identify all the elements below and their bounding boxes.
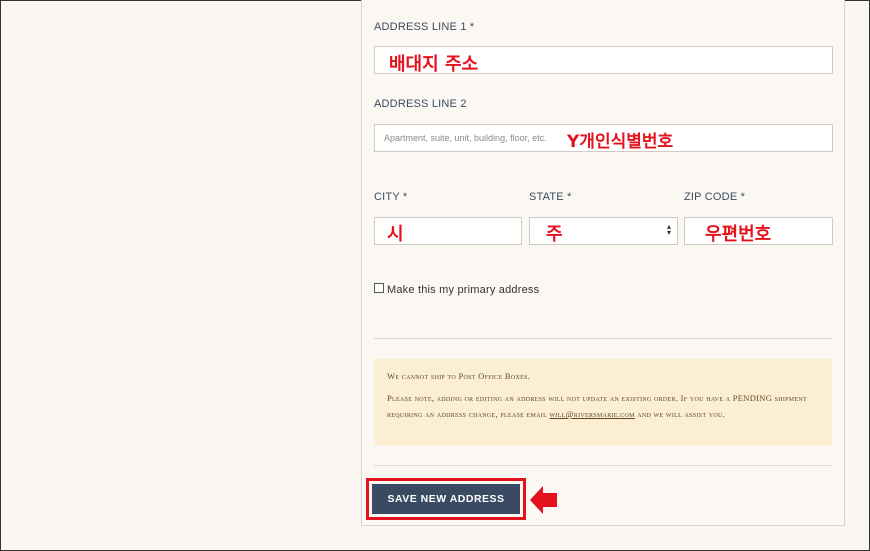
- select-updown-icon: ▴ ▾: [666, 222, 671, 237]
- po-box-notice: We cannot ship to Post Office Boxes.: [387, 371, 531, 381]
- zip-annotation: 우편번호: [705, 224, 772, 245]
- divider-bottom: [374, 465, 832, 466]
- edit-address-notice: Please note, adding or editing an addres…: [387, 390, 819, 422]
- red-pointer-arrow-icon: [530, 486, 557, 514]
- state-select[interactable]: 주 ▴ ▾: [529, 217, 678, 245]
- shipping-notice: We cannot ship to Post Office Boxes. Ple…: [374, 359, 832, 446]
- state-annotation: 주: [546, 224, 563, 245]
- address-line2-label: ADDRESS LINE 2: [374, 98, 467, 110]
- primary-address-checkbox[interactable]: [374, 283, 384, 293]
- address-line2-annotation: Y개인식별번호: [567, 132, 674, 152]
- address-line2-placeholder: Apartment, suite, unit, building, floor,…: [384, 133, 547, 143]
- zip-label: ZIP CODE *: [684, 191, 746, 203]
- notice-text-end: and we will assist you.: [634, 409, 726, 419]
- city-label: CITY *: [374, 191, 408, 203]
- zip-input[interactable]: 우편번호: [684, 217, 833, 245]
- address-line1-annotation: 배대지 주소: [389, 54, 479, 75]
- city-annotation: 시: [387, 224, 404, 245]
- support-email-link[interactable]: will@riversmarie.com: [549, 409, 634, 419]
- address-line2-input[interactable]: Apartment, suite, unit, building, floor,…: [374, 124, 833, 152]
- primary-address-label[interactable]: Make this my primary address: [387, 284, 539, 296]
- city-input[interactable]: 시: [374, 217, 522, 245]
- address-form-panel: [361, 0, 845, 526]
- address-line1-label: ADDRESS LINE 1 *: [374, 21, 475, 33]
- state-label: STATE *: [529, 191, 572, 203]
- address-line1-input[interactable]: 배대지 주소: [374, 46, 833, 75]
- divider-top: [374, 338, 832, 339]
- save-new-address-button[interactable]: SAVE NEW ADDRESS: [372, 484, 520, 514]
